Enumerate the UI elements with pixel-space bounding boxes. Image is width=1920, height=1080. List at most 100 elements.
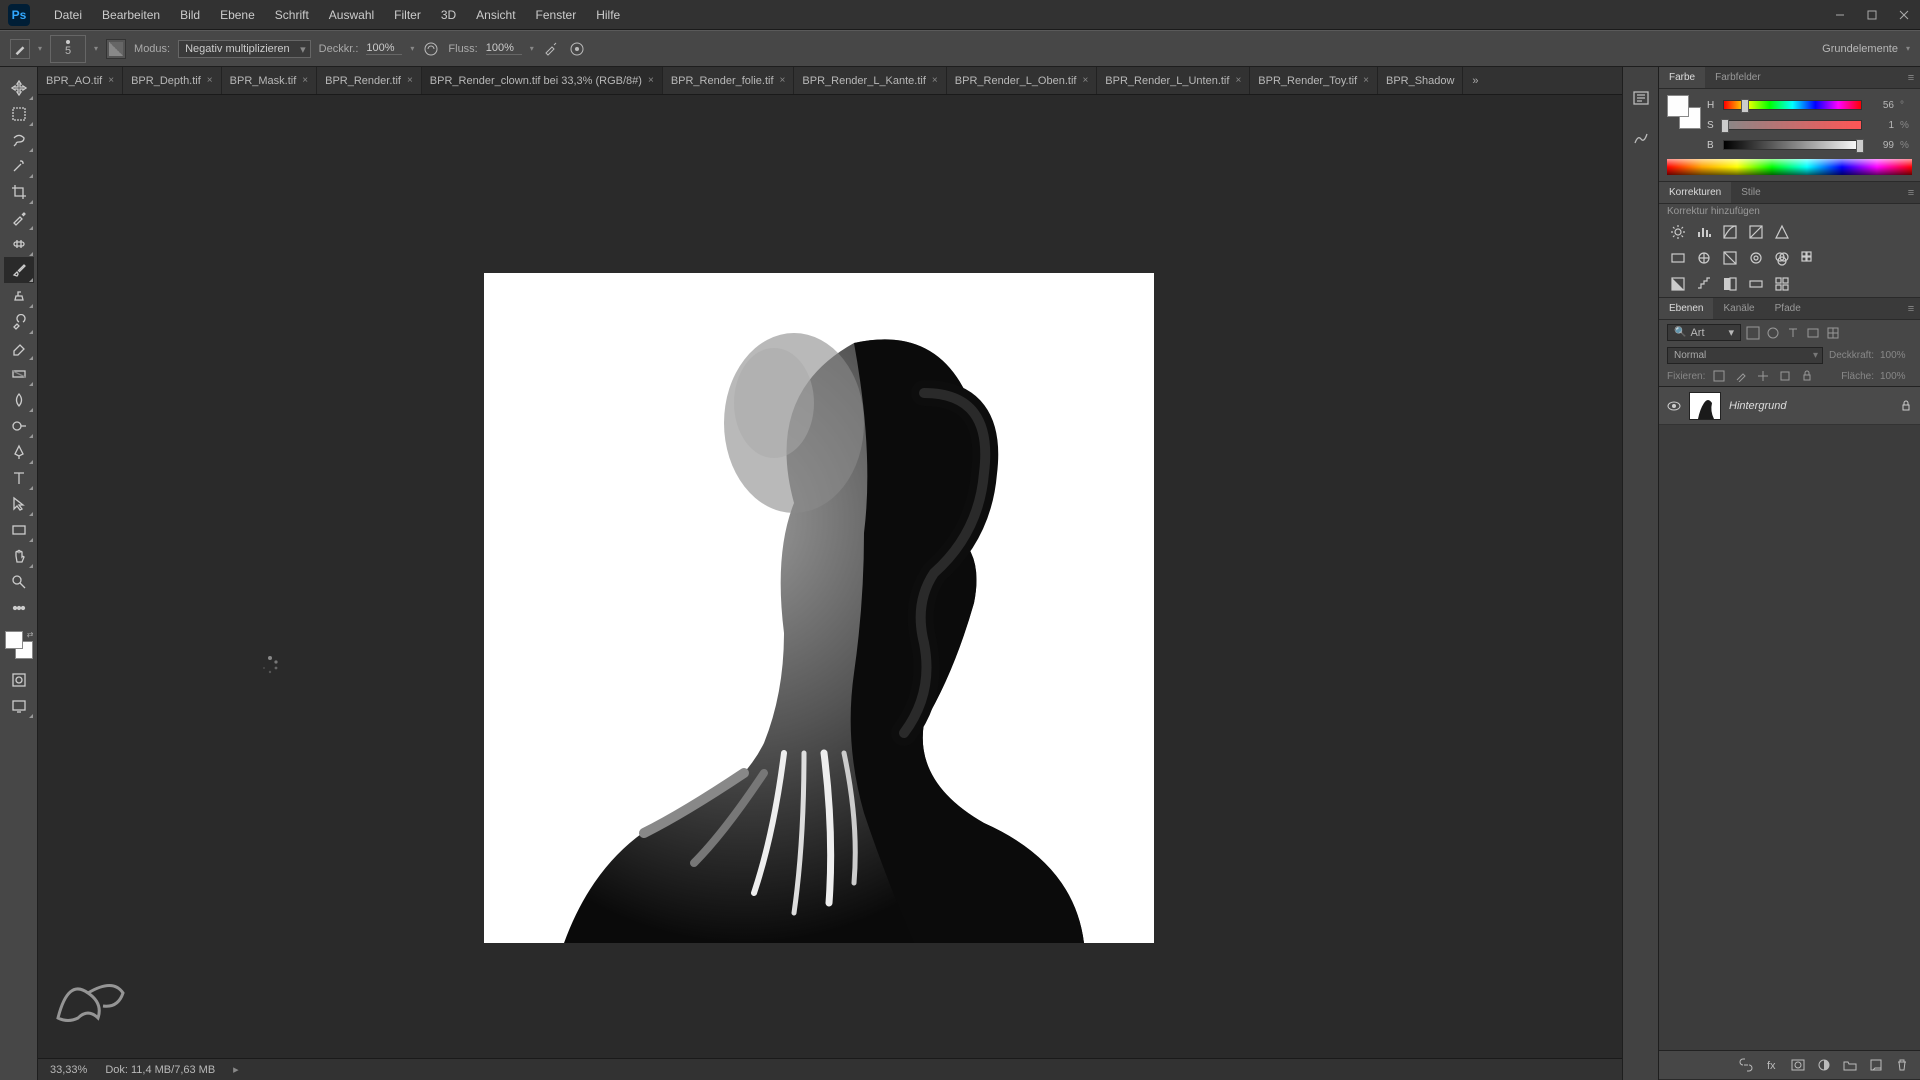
document-tab[interactable]: BPR_Render_L_Kante.tif× bbox=[794, 67, 946, 94]
layer-name[interactable]: Hintergrund bbox=[1729, 400, 1786, 412]
close-tab-icon[interactable]: × bbox=[648, 75, 654, 86]
color-spectrum[interactable] bbox=[1667, 159, 1912, 175]
lock-transparency-icon[interactable] bbox=[1711, 368, 1727, 384]
pen-tool[interactable] bbox=[4, 439, 34, 465]
bw-icon[interactable] bbox=[1721, 249, 1739, 267]
magic-wand-tool[interactable] bbox=[4, 153, 34, 179]
clone-stamp-tool[interactable] bbox=[4, 283, 34, 309]
posterize-icon[interactable] bbox=[1695, 275, 1713, 293]
flow-input[interactable]: 100% bbox=[486, 42, 522, 55]
move-tool[interactable] bbox=[4, 75, 34, 101]
airbrush-icon[interactable] bbox=[542, 40, 560, 58]
canvas[interactable] bbox=[484, 273, 1154, 943]
close-tab-icon[interactable]: × bbox=[1363, 75, 1369, 86]
vibrance-icon[interactable] bbox=[1773, 223, 1791, 241]
canvas-area[interactable] bbox=[38, 95, 1622, 1058]
swatches-tab[interactable]: Farbfelder bbox=[1705, 67, 1771, 88]
layer-blend-select[interactable]: Normal bbox=[1667, 347, 1823, 364]
close-button[interactable] bbox=[1888, 1, 1920, 29]
brightness-icon[interactable] bbox=[1669, 223, 1687, 241]
bri-value[interactable]: 99 bbox=[1868, 140, 1894, 151]
menu-file[interactable]: Datei bbox=[44, 0, 92, 30]
paths-tab[interactable]: Pfade bbox=[1765, 298, 1811, 319]
brush-tool[interactable] bbox=[4, 257, 34, 283]
sat-value[interactable]: 1 bbox=[1868, 120, 1894, 131]
swap-colors-icon[interactable]: ⇄ bbox=[27, 630, 34, 639]
brush-preset-picker[interactable]: 5 bbox=[50, 35, 86, 63]
chevron-down-icon[interactable]: ▾ bbox=[94, 44, 98, 53]
path-selection-tool[interactable] bbox=[4, 491, 34, 517]
hue-value[interactable]: 56 bbox=[1868, 100, 1894, 111]
blur-tool[interactable] bbox=[4, 387, 34, 413]
menu-edit[interactable]: Bearbeiten bbox=[92, 0, 170, 30]
adjustment-layer-icon[interactable] bbox=[1816, 1057, 1832, 1073]
eraser-tool[interactable] bbox=[4, 335, 34, 361]
menu-window[interactable]: Fenster bbox=[526, 0, 587, 30]
eyedropper-tool[interactable] bbox=[4, 205, 34, 231]
invert-icon[interactable] bbox=[1669, 275, 1687, 293]
menu-layer[interactable]: Ebene bbox=[210, 0, 265, 30]
sat-slider[interactable] bbox=[1723, 120, 1862, 130]
layer-list[interactable]: Hintergrund bbox=[1659, 386, 1920, 1051]
filter-shape-icon[interactable] bbox=[1805, 325, 1821, 341]
rectangle-tool[interactable] bbox=[4, 517, 34, 543]
properties-panel-icon[interactable] bbox=[1630, 127, 1652, 149]
hue-sat-icon[interactable] bbox=[1669, 249, 1687, 267]
brush-panel-icon[interactable] bbox=[106, 39, 126, 59]
bri-slider[interactable] bbox=[1723, 140, 1862, 150]
history-brush-tool[interactable] bbox=[4, 309, 34, 335]
channel-mixer-icon[interactable] bbox=[1773, 249, 1791, 267]
group-icon[interactable] bbox=[1842, 1057, 1858, 1073]
close-tab-icon[interactable]: × bbox=[207, 75, 213, 86]
levels-icon[interactable] bbox=[1695, 223, 1713, 241]
screen-mode-tool[interactable] bbox=[4, 693, 34, 719]
color-tab[interactable]: Farbe bbox=[1659, 67, 1705, 88]
chevron-down-icon[interactable]: ▾ bbox=[410, 44, 414, 53]
photo-filter-icon[interactable] bbox=[1747, 249, 1765, 267]
document-tab[interactable]: BPR_Depth.tif× bbox=[123, 67, 222, 94]
crop-tool[interactable] bbox=[4, 179, 34, 205]
menu-select[interactable]: Auswahl bbox=[319, 0, 384, 30]
history-panel-icon[interactable] bbox=[1630, 87, 1652, 109]
lock-nested-icon[interactable] bbox=[1777, 368, 1793, 384]
opacity-input[interactable]: 100% bbox=[366, 42, 402, 55]
healing-brush-tool[interactable] bbox=[4, 231, 34, 257]
foreground-color-swatch[interactable] bbox=[5, 631, 23, 649]
hue-slider[interactable] bbox=[1723, 100, 1862, 110]
exposure-icon[interactable] bbox=[1747, 223, 1765, 241]
hand-tool[interactable] bbox=[4, 543, 34, 569]
maximize-button[interactable] bbox=[1856, 1, 1888, 29]
doc-size[interactable]: Dok: 11,4 MB/7,63 MB bbox=[105, 1064, 215, 1076]
chevron-down-icon[interactable]: ▾ bbox=[38, 44, 42, 53]
chevron-down-icon[interactable]: ▾ bbox=[530, 44, 534, 53]
color-swatches[interactable]: ⇄ bbox=[5, 631, 33, 659]
close-tab-icon[interactable]: × bbox=[302, 75, 308, 86]
type-tool[interactable] bbox=[4, 465, 34, 491]
adjustments-tab[interactable]: Korrekturen bbox=[1659, 182, 1731, 203]
close-tab-icon[interactable]: × bbox=[1235, 75, 1241, 86]
gradient-map-icon[interactable] bbox=[1747, 275, 1765, 293]
layer-fill-value[interactable]: 100% bbox=[1880, 371, 1912, 382]
layers-tab[interactable]: Ebenen bbox=[1659, 298, 1713, 319]
menu-image[interactable]: Bild bbox=[170, 0, 210, 30]
close-tab-icon[interactable]: × bbox=[108, 75, 114, 86]
filter-smart-icon[interactable] bbox=[1825, 325, 1841, 341]
marquee-tool[interactable] bbox=[4, 101, 34, 127]
lock-position-icon[interactable] bbox=[1755, 368, 1771, 384]
menu-filter[interactable]: Filter bbox=[384, 0, 431, 30]
layer-style-icon[interactable]: fx bbox=[1764, 1057, 1780, 1073]
layer-item[interactable]: Hintergrund bbox=[1659, 387, 1920, 425]
gradient-tool[interactable] bbox=[4, 361, 34, 387]
filter-adjust-icon[interactable] bbox=[1765, 325, 1781, 341]
selective-color-icon[interactable] bbox=[1773, 275, 1791, 293]
close-tab-icon[interactable]: × bbox=[780, 75, 786, 86]
minimize-button[interactable] bbox=[1824, 1, 1856, 29]
layer-thumbnail[interactable] bbox=[1689, 392, 1721, 420]
threshold-icon[interactable] bbox=[1721, 275, 1739, 293]
menu-type[interactable]: Schrift bbox=[265, 0, 319, 30]
document-tab-active[interactable]: BPR_Render_clown.tif bei 33,3% (RGB/8#)× bbox=[422, 67, 663, 94]
menu-3d[interactable]: 3D bbox=[431, 0, 466, 30]
pressure-size-icon[interactable] bbox=[568, 40, 586, 58]
styles-tab[interactable]: Stile bbox=[1731, 182, 1770, 203]
filter-type-icon[interactable] bbox=[1785, 325, 1801, 341]
